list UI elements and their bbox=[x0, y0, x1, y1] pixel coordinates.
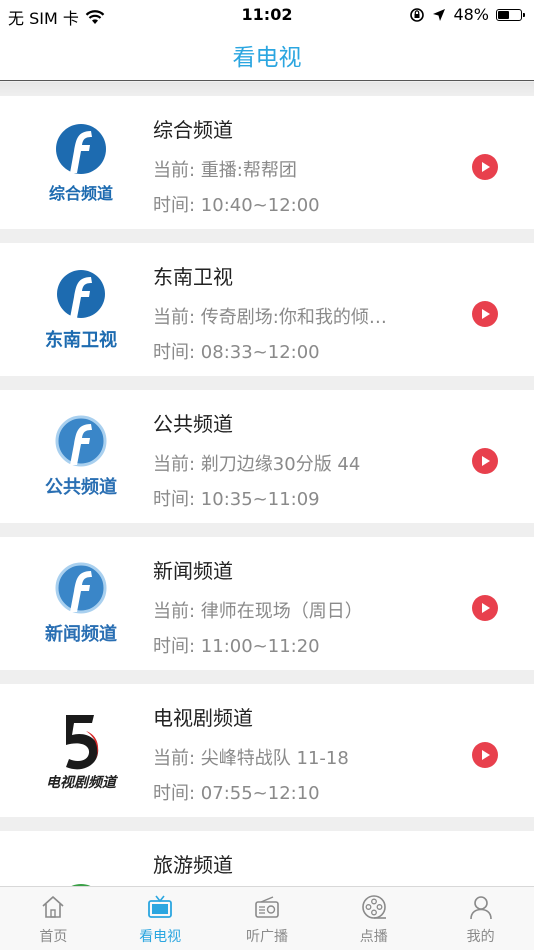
channel-name: 电视剧频道 bbox=[153, 706, 253, 730]
channel-current-program: 当前: 传奇剧场:你和我的倾… bbox=[153, 307, 387, 328]
play-button[interactable] bbox=[472, 595, 498, 621]
tab-vod[interactable]: 点播 bbox=[320, 887, 427, 950]
channel-logo-gonggong: 公共频道 bbox=[45, 415, 117, 497]
tab-bar: 首页 看电视 听广播 点播 我的 bbox=[0, 886, 534, 950]
channel-time: 时间: 08:33~12:00 bbox=[153, 342, 320, 363]
tab-radio[interactable]: 听广播 bbox=[214, 887, 321, 950]
tab-label: 听广播 bbox=[245, 929, 288, 945]
tab-label: 首页 bbox=[39, 929, 68, 945]
channel-row-dongnan[interactable]: 东南卫视 东南卫视 当前: 传奇剧场:你和我的倾… 时间: 08:33~12:0… bbox=[0, 243, 534, 376]
channel-row-lvyou[interactable]: 旅游频道 bbox=[0, 831, 534, 886]
channel-logo-xinwen: 新闻频道 bbox=[45, 562, 117, 644]
logo-label: 综合频道 bbox=[49, 184, 113, 203]
channel-list[interactable]: 综合频道 综合频道 当前: 重播:帮帮团 时间: 10:40~12:00 东南卫… bbox=[0, 82, 534, 886]
channel-current-program: 当前: 重播:帮帮团 bbox=[153, 160, 297, 181]
logo-label: 新闻频道 bbox=[45, 623, 117, 644]
list-top-shadow bbox=[0, 82, 534, 96]
tab-mine[interactable]: 我的 bbox=[427, 887, 534, 950]
channel-name: 新闻频道 bbox=[153, 559, 233, 583]
tv-icon bbox=[148, 895, 173, 918]
tab-home[interactable]: 首页 bbox=[0, 887, 107, 950]
channel-row-xinwen[interactable]: 新闻频道 新闻频道 当前: 律师在现场（周日） 时间: 11:00~11:20 bbox=[0, 537, 534, 670]
channel-time: 时间: 07:55~12:10 bbox=[153, 783, 320, 804]
status-bar: 无 SIM 卡 11:02 48% bbox=[0, 0, 534, 30]
page-title: 看电视 bbox=[232, 45, 302, 71]
channel-name: 旅游频道 bbox=[153, 853, 233, 877]
play-button[interactable] bbox=[472, 154, 498, 180]
nav-bar: 看电视 bbox=[0, 30, 534, 81]
tab-label: 点播 bbox=[359, 929, 388, 945]
channel-name: 东南卫视 bbox=[153, 265, 233, 289]
channel-logo-lvyou bbox=[71, 884, 91, 886]
channel-row-dianshiju[interactable]: 电视剧频道 电视剧频道 当前: 尖峰特战队 11-18 时间: 07:55~12… bbox=[0, 684, 534, 817]
battery-percent: 48% bbox=[453, 5, 489, 24]
play-button[interactable] bbox=[472, 448, 498, 474]
channel-row-zonghe[interactable]: 综合频道 综合频道 当前: 重播:帮帮团 时间: 10:40~12:00 bbox=[0, 96, 534, 229]
user-icon bbox=[469, 896, 492, 920]
channel-row-gonggong[interactable]: 公共频道 公共频道 当前: 剃刀边缘30分版 44 时间: 10:35~11:0… bbox=[0, 390, 534, 523]
channel-logo-zonghe: 综合频道 bbox=[49, 124, 113, 203]
channel-time: 时间: 11:00~11:20 bbox=[153, 636, 320, 657]
channel-logo-dongnan: 东南卫视 bbox=[45, 270, 117, 350]
tab-label: 我的 bbox=[466, 929, 495, 945]
status-right: 48% bbox=[409, 5, 525, 24]
logo-label: 电视剧频道 bbox=[46, 774, 119, 791]
channel-name: 公共频道 bbox=[153, 412, 233, 436]
channel-current-program: 当前: 律师在现场（周日） bbox=[153, 601, 363, 622]
channel-time: 时间: 10:40~12:00 bbox=[153, 195, 320, 216]
film-reel-icon bbox=[361, 895, 386, 919]
battery-icon bbox=[496, 8, 525, 21]
channel-logo-dianshiju: 电视剧频道 bbox=[46, 715, 119, 791]
channel-current-program: 当前: 尖峰特战队 11-18 bbox=[153, 748, 349, 769]
logo-label: 东南卫视 bbox=[45, 329, 117, 350]
play-button[interactable] bbox=[472, 301, 498, 327]
play-button[interactable] bbox=[472, 742, 498, 768]
home-icon bbox=[42, 896, 64, 918]
tab-label: 看电视 bbox=[139, 929, 182, 945]
rotation-lock-icon bbox=[410, 7, 425, 22]
channel-current-program: 当前: 剃刀边缘30分版 44 bbox=[153, 454, 361, 475]
location-icon bbox=[433, 8, 446, 21]
channel-name: 综合频道 bbox=[153, 118, 233, 142]
logo-label: 公共频道 bbox=[45, 476, 117, 497]
tab-tv[interactable]: 看电视 bbox=[107, 887, 214, 950]
channel-time: 时间: 10:35~11:09 bbox=[153, 489, 320, 510]
radio-icon bbox=[255, 896, 279, 918]
